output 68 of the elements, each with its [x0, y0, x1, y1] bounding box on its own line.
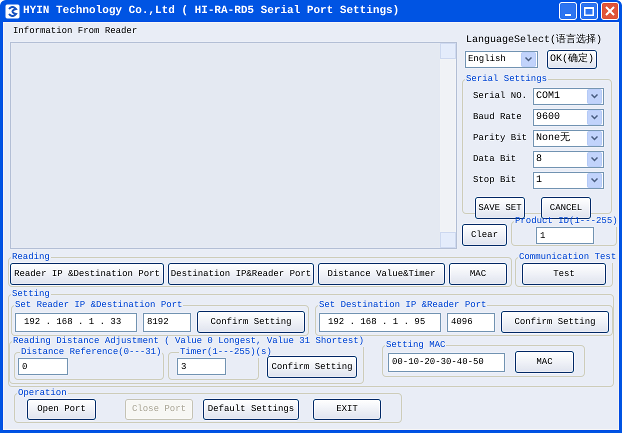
app-logo-icon [5, 4, 20, 18]
scrollbar[interactable] [440, 43, 456, 248]
group-title: Serial Settings [465, 74, 548, 85]
group-title: Communication Test [518, 252, 618, 263]
mac-setting-button[interactable]: MAC [515, 351, 574, 373]
group-title: Setting [11, 289, 51, 300]
default-settings-button[interactable]: Default Settings [203, 399, 299, 420]
field-label: Data Bit [473, 154, 518, 165]
setting-dropdown[interactable]: 8 [533, 151, 604, 168]
group-title: Setting MAC [385, 340, 446, 351]
field-label: Serial NO. [473, 91, 528, 102]
distance-field[interactable]: 0 [18, 358, 68, 375]
close-button[interactable] [601, 2, 619, 20]
group-title: Reading [11, 252, 51, 263]
minimize-icon [565, 14, 571, 16]
ok-button[interactable]: OK(确定) [547, 50, 597, 69]
product-id-field[interactable]: 1 [536, 227, 594, 244]
field-label: Baud Rate [473, 112, 523, 123]
mac-button[interactable]: MAC [449, 263, 507, 285]
group-title: Distance Reference(0---31) [20, 347, 162, 358]
distance-timer-button[interactable]: Distance Value&Timer [318, 263, 445, 285]
setting-dropdown[interactable]: 1 [533, 172, 604, 189]
minimize-button[interactable] [559, 2, 577, 20]
field-label: Parity Bit [473, 133, 528, 144]
group-title: Operation [17, 388, 68, 399]
timer-field[interactable]: 3 [177, 358, 226, 375]
dropdown-arrow-button[interactable] [587, 110, 602, 125]
port-field[interactable]: 4096 [447, 312, 495, 332]
dropdown-arrow-button[interactable] [587, 89, 602, 104]
dropdown-arrow-button[interactable] [587, 131, 602, 146]
caret-icon [591, 115, 598, 120]
open-port-button[interactable]: Open Port [27, 399, 96, 420]
setting-dropdown[interactable]: 9600 [533, 109, 604, 126]
confirm-reader-button[interactable]: Confirm Setting [197, 311, 305, 333]
exit-button[interactable]: EXIT [313, 399, 381, 420]
maximize-icon [584, 6, 594, 16]
clear-button[interactable]: Clear [462, 224, 507, 246]
group-title: Reading Distance Adjustment ( Value 0 Longest, Value 31 Shortest) [12, 336, 366, 347]
caret-icon [525, 57, 532, 62]
dropdown-arrow-button[interactable] [587, 173, 602, 188]
info-label: Information From Reader [13, 26, 138, 38]
caret-icon [591, 94, 598, 99]
group-title: Set Reader IP &Destination Port [14, 300, 184, 311]
caret-icon [591, 136, 598, 141]
ip-address-field[interactable]: 192 . 168 . 1 . 33 [15, 312, 137, 332]
destination-ip-button[interactable]: Destination IP&Reader Port [168, 263, 314, 285]
test-button[interactable]: Test [522, 263, 606, 285]
group-title: Timer(1---255)(s) [179, 347, 273, 358]
dropdown-arrow-button[interactable] [587, 152, 602, 167]
confirm-destination-button[interactable]: Confirm Setting [501, 311, 609, 333]
port-field[interactable]: 8192 [143, 312, 191, 332]
dropdown-arrow-button[interactable] [521, 52, 536, 67]
field-label: Stop Bit [473, 175, 518, 186]
setting-dropdown[interactable]: COM1 [533, 88, 604, 105]
window-title: HYIN Technology Co.,Ltd ( HI-RA-RD5 Serial Port Settings) [23, 6, 400, 16]
reader-ip-button[interactable]: Reader IP &Destination Port [10, 263, 164, 285]
language-label: LanguageSelect(语言选择) [466, 35, 604, 47]
setting-dropdown[interactable]: None无 [533, 130, 604, 147]
group-title: Set Destination IP &Reader Port [318, 300, 488, 311]
ip-address-field[interactable]: 192 . 168 . 1 . 95 [319, 312, 441, 332]
close-icon [605, 6, 615, 16]
group-title: Product ID(1---255) [514, 216, 619, 227]
caret-icon [591, 157, 598, 162]
confirm-distance-button[interactable]: Confirm Setting [267, 356, 357, 378]
language-dropdown[interactable]: English [465, 51, 538, 68]
mac-field[interactable]: 00-10-20-30-40-50 [388, 352, 505, 372]
caret-icon [591, 178, 598, 183]
maximize-button[interactable] [580, 2, 598, 20]
